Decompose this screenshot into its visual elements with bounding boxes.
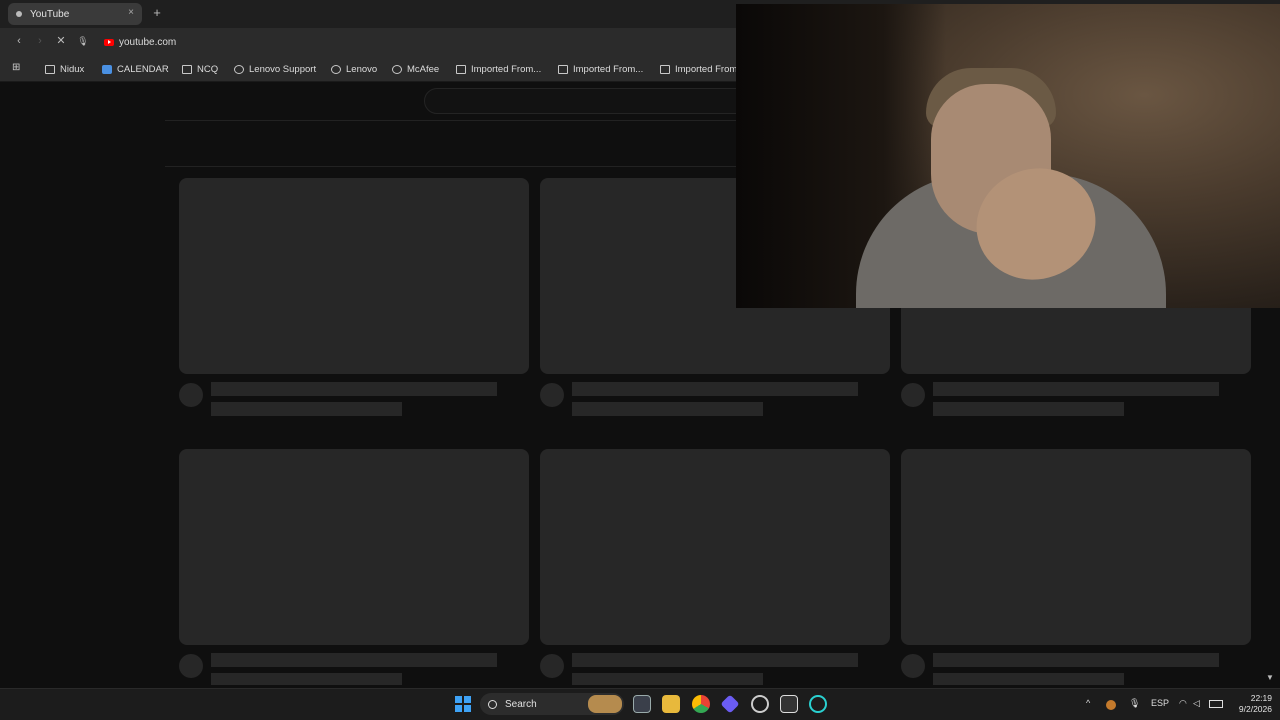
bookmark-imported-2[interactable]: Imported From...	[558, 60, 643, 78]
tab-youtube[interactable]: YouTube ×	[8, 3, 142, 25]
bookmark-label: Imported From...	[573, 63, 644, 75]
tab-title: YouTube	[30, 8, 70, 20]
channel-avatar-skeleton	[540, 383, 564, 407]
clock-date: 9/2/2026	[1238, 704, 1272, 714]
video-thumbnail-skeleton[interactable]	[901, 449, 1251, 645]
title-skeleton	[572, 382, 858, 396]
language-indicator[interactable]: ESP	[1151, 698, 1169, 708]
meta-skeleton	[572, 402, 763, 416]
capcut-icon[interactable]	[780, 695, 798, 713]
folder-icon	[558, 64, 568, 74]
title-skeleton	[933, 653, 1219, 667]
search-input-skeleton[interactable]	[424, 88, 754, 114]
calendar-icon	[102, 64, 112, 74]
bookmark-mcafee[interactable]: McAfee	[392, 60, 439, 78]
file-explorer-icon[interactable]	[662, 695, 680, 713]
bookmark-calendar[interactable]: CALENDAR	[102, 60, 169, 78]
title-skeleton	[211, 382, 497, 396]
channel-avatar-skeleton	[540, 654, 564, 678]
clock-time: 22:19	[1250, 693, 1272, 703]
battery-icon[interactable]	[1209, 700, 1223, 708]
channel-avatar-skeleton	[179, 654, 203, 678]
taskbar-search[interactable]: Search	[480, 693, 624, 715]
folder-icon	[182, 64, 192, 74]
meta-skeleton	[572, 673, 763, 685]
search-highlight-image	[588, 695, 622, 713]
bookmark-label: Lenovo	[346, 63, 378, 75]
folder-icon	[45, 64, 55, 74]
bookmark-label: Nidux	[60, 63, 85, 75]
title-skeleton	[211, 653, 497, 667]
bookmark-label: NCQ	[197, 63, 219, 75]
folder-icon	[660, 64, 670, 74]
search-icon	[488, 699, 497, 709]
wifi-icon[interactable]: ◠	[1179, 698, 1187, 709]
bookmark-label: Imported From...	[471, 63, 542, 75]
microphone-icon[interactable]: 🎙	[1129, 698, 1140, 709]
meta-skeleton	[933, 402, 1124, 416]
bookmark-nidux[interactable]: Nidux	[45, 60, 84, 78]
channel-avatar-skeleton	[901, 383, 925, 407]
obs-icon[interactable]	[809, 695, 827, 713]
title-skeleton	[572, 653, 858, 667]
globe-icon	[331, 64, 341, 74]
youtube-favicon-icon	[104, 38, 114, 46]
tab-favicon-icon	[16, 11, 22, 17]
title-skeleton	[933, 382, 1219, 396]
app-ring-icon[interactable]	[751, 695, 769, 713]
globe-icon	[392, 64, 402, 74]
video-thumbnail-skeleton[interactable]	[540, 449, 890, 645]
meta-skeleton	[211, 673, 402, 685]
taskbar-search-label: Search	[505, 698, 537, 710]
start-button-windows-icon[interactable]	[455, 696, 471, 712]
forward-button[interactable]: ›	[32, 33, 48, 49]
tray-app-icon[interactable]	[1106, 700, 1116, 710]
channel-avatar-skeleton	[179, 383, 203, 407]
apps-grid-icon[interactable]: ⊞	[12, 62, 24, 74]
store-icon[interactable]	[633, 695, 651, 713]
video-thumbnail-skeleton[interactable]	[179, 449, 529, 645]
folder-icon	[456, 64, 466, 74]
bookmark-label: McAfee	[407, 63, 440, 75]
back-button[interactable]: ‹	[11, 33, 27, 49]
video-thumbnail-skeleton[interactable]	[179, 178, 529, 374]
volume-icon[interactable]: ◁	[1193, 698, 1200, 709]
bookmark-lenovo[interactable]: Lenovo	[331, 60, 377, 78]
new-tab-button[interactable]: +	[150, 5, 164, 21]
bookmark-label: CALENDAR	[117, 63, 169, 75]
channel-avatar-skeleton	[901, 654, 925, 678]
stop-loading-button[interactable]: ✕	[53, 33, 69, 49]
url-text: youtube.com	[119, 36, 177, 48]
bookmark-label: Imported From	[675, 63, 738, 75]
address-bar[interactable]: youtube.com	[96, 32, 736, 52]
tab-close-icon[interactable]: ×	[128, 7, 134, 18]
meta-skeleton	[211, 402, 402, 416]
tray-chevron-icon[interactable]: ^	[1086, 698, 1090, 708]
scroll-down-arrow-icon[interactable]: ▼	[1266, 673, 1274, 682]
bookmark-imported-1[interactable]: Imported From...	[456, 60, 541, 78]
chrome-icon[interactable]	[692, 695, 710, 713]
bookmark-ncq[interactable]: NCQ	[182, 60, 218, 78]
mic-icon[interactable]: 🎙	[75, 33, 91, 49]
webcam-overlay	[736, 4, 1280, 308]
bookmark-imported-3[interactable]: Imported From	[660, 60, 737, 78]
bookmark-lenovo-support[interactable]: Lenovo Support	[234, 60, 316, 78]
globe-icon	[234, 64, 244, 74]
bookmark-label: Lenovo Support	[249, 63, 317, 75]
meta-skeleton	[933, 673, 1124, 685]
system-clock[interactable]: 22:19 9/2/2026	[1232, 693, 1272, 715]
